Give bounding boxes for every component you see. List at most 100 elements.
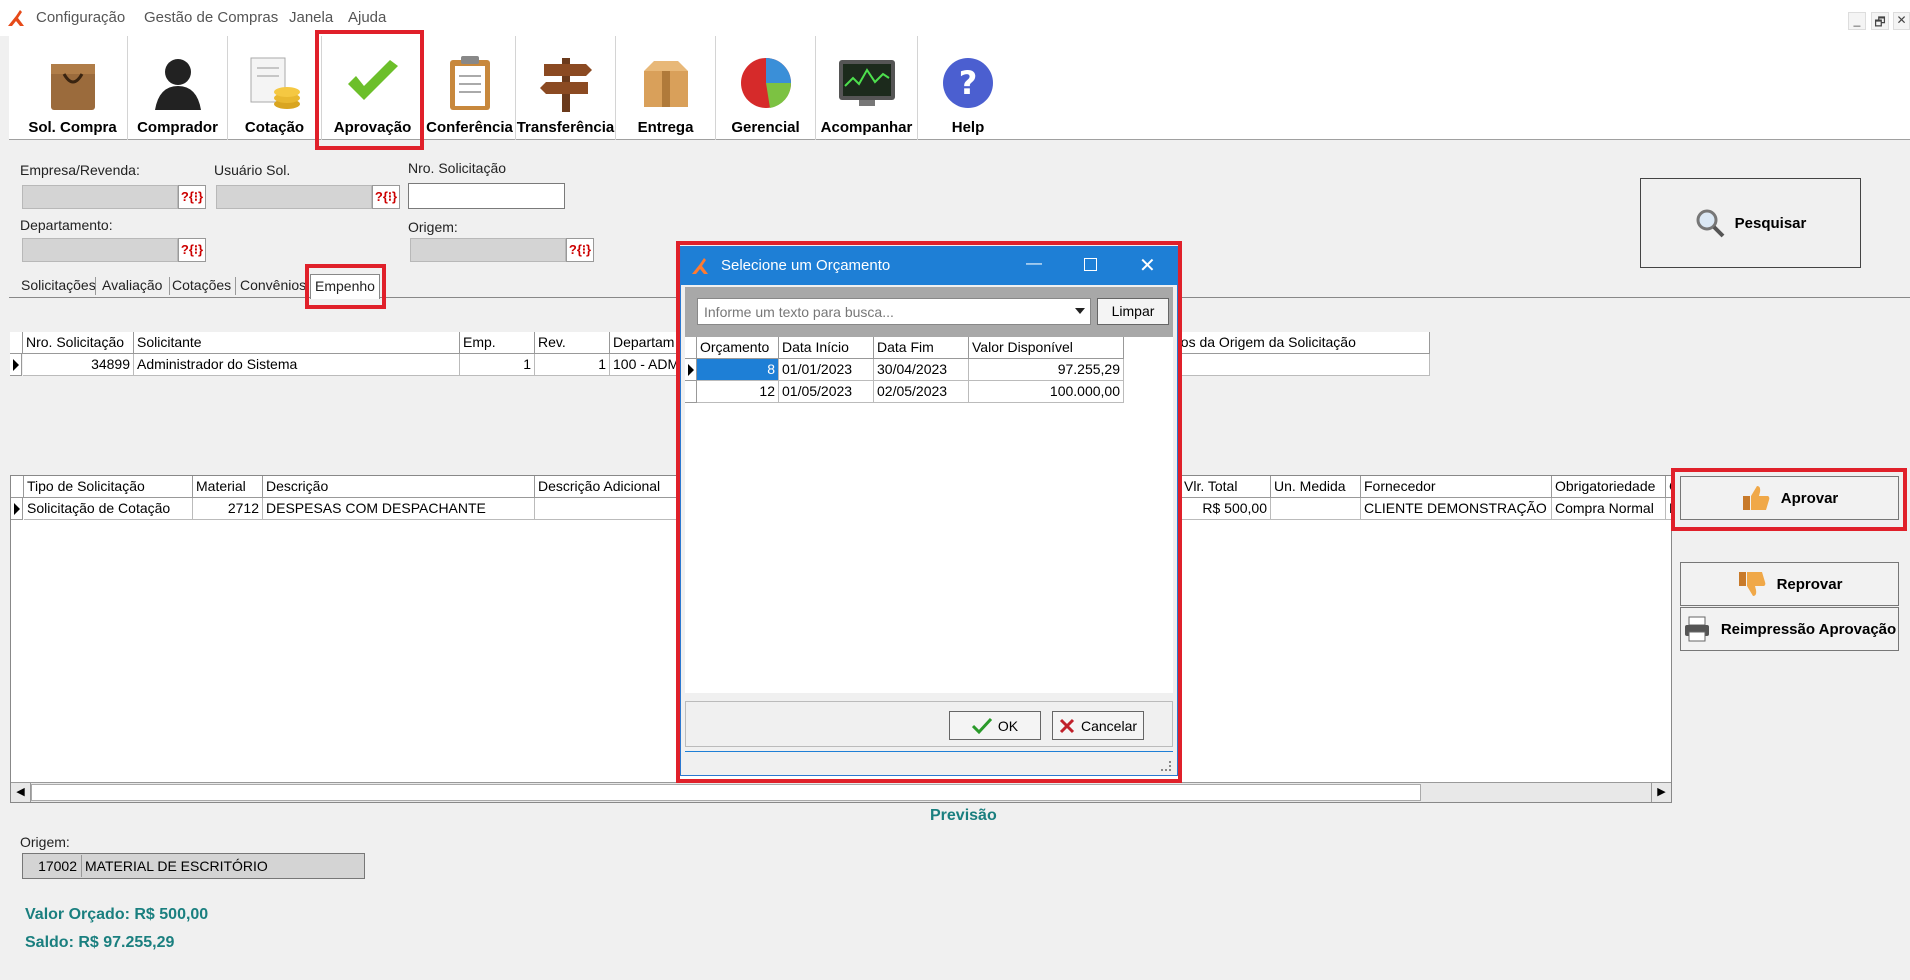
tab-cotacoes[interactable]: Cotações xyxy=(172,277,231,293)
menu-ajuda[interactable]: Ajuda xyxy=(348,9,386,26)
usuario-lookup-button[interactable]: ?{⁝} xyxy=(372,185,400,209)
origem-lookup-button[interactable]: ?{⁝} xyxy=(566,238,594,262)
origem-filter-field[interactable] xyxy=(410,238,566,262)
close-button[interactable]: ✕ xyxy=(1893,12,1910,30)
col-fornecedor[interactable]: Fornecedor xyxy=(1361,476,1552,498)
cell-vlr-total[interactable]: R$ 500,00 xyxy=(1181,498,1271,520)
aprovar-button[interactable]: Aprovar xyxy=(1680,476,1899,520)
cell-orcamento[interactable]: 12 xyxy=(697,381,779,403)
cell-orcamento-selected[interactable]: 8 xyxy=(697,359,779,381)
scrollbar-thumb[interactable] xyxy=(31,784,1421,801)
col-co[interactable]: Co xyxy=(1666,476,1673,498)
toolbar-gerencial-button[interactable]: Gerencial xyxy=(716,36,816,140)
tab-separator xyxy=(95,277,96,295)
dialog-close-icon[interactable]: ✕ xyxy=(1139,253,1156,278)
departamento-lookup-button[interactable]: ?{⁝} xyxy=(178,238,206,262)
cell-data-fim[interactable]: 02/05/2023 xyxy=(874,381,969,403)
cancelar-label: Cancelar xyxy=(1080,717,1138,734)
col-tipo-solicitacao[interactable]: Tipo de Solicitação xyxy=(24,476,193,498)
col-obrigatoriedade[interactable]: Obrigatoriedade xyxy=(1552,476,1666,498)
cell-tipo[interactable]: Solicitação de Cotação xyxy=(24,498,193,520)
cell-valor-disponivel[interactable]: 100.000,00 xyxy=(969,381,1124,403)
col-vlr-total[interactable]: Vlr. Total xyxy=(1181,476,1271,498)
cell-valor-disponivel[interactable]: 97.255,29 xyxy=(969,359,1124,381)
cell-solicitante[interactable]: Administrador do Sistema xyxy=(134,354,460,376)
dialog-titlebar: Selecione um Orçamento — ✕ xyxy=(681,247,1177,285)
toolbar-acompanhar-button[interactable]: Acompanhar xyxy=(816,36,918,140)
cell-data-fim[interactable]: 30/04/2023 xyxy=(874,359,969,381)
toolbar-sol-compra-button[interactable]: Sol. Compra xyxy=(18,36,128,140)
resize-grip-icon[interactable] xyxy=(1161,761,1171,771)
selecione-orcamento-dialog: Selecione um Orçamento — ✕ Informe um te… xyxy=(680,246,1178,776)
horizontal-scrollbar[interactable]: ◀ ▶ xyxy=(11,782,1671,802)
toolbar-label: Entrega xyxy=(637,119,694,136)
cancelar-button[interactable]: Cancelar xyxy=(1052,711,1144,740)
cell-dados-origem[interactable] xyxy=(1170,354,1430,376)
col-data-fim[interactable]: Data Fim xyxy=(874,337,969,359)
col-material[interactable]: Material xyxy=(193,476,263,498)
pesquisar-label: Pesquisar xyxy=(1734,214,1807,232)
toolbar-transferencia-button[interactable]: Transferência xyxy=(516,36,616,140)
empresa-lookup-button[interactable]: ?{⁝} xyxy=(178,185,206,209)
cell-material[interactable]: 2712 xyxy=(193,498,263,520)
col-descricao[interactable]: Descrição xyxy=(263,476,535,498)
cell-rev[interactable]: 1 xyxy=(535,354,610,376)
nro-solicitacao-field[interactable] xyxy=(408,183,565,209)
cell-fornecedor[interactable]: CLIENTE DEMONSTRAÇÃO LIN xyxy=(1361,498,1552,520)
col-dados-origem[interactable]: dos da Origem da Solicitação xyxy=(1170,332,1430,354)
cell-obrigatoriedade[interactable]: Compra Normal xyxy=(1552,498,1666,520)
departamento-field[interactable] xyxy=(22,238,178,262)
toolbar-cotacao-button[interactable]: Cotação xyxy=(228,36,322,140)
tab-solicitacoes[interactable]: Solicitações xyxy=(21,277,96,293)
cell-departamento[interactable]: 100 - ADM xyxy=(610,354,680,376)
scroll-left-icon[interactable]: ◀ xyxy=(11,783,31,802)
limpar-button[interactable]: Limpar xyxy=(1097,298,1169,325)
tab-avaliacao[interactable]: Avaliação xyxy=(102,277,162,293)
tab-empenho[interactable]: Empenho xyxy=(310,274,380,299)
chevron-down-icon[interactable] xyxy=(1075,308,1085,314)
restore-button[interactable]: 🗗 xyxy=(1871,12,1889,30)
toolbar-help-button[interactable]: ? Help xyxy=(918,36,1018,140)
col-rev[interactable]: Rev. xyxy=(535,332,610,354)
col-data-inicio[interactable]: Data Início xyxy=(779,337,874,359)
cell-descricao[interactable]: DESPESAS COM DESPACHANTE xyxy=(263,498,535,520)
col-descricao-adicional[interactable]: Descrição Adicional xyxy=(535,476,695,498)
col-nro-solicitacao[interactable]: Nro. Solicitação xyxy=(23,332,134,354)
minimize-button[interactable]: _ xyxy=(1848,12,1866,30)
reprovar-button[interactable]: Reprovar xyxy=(1680,562,1899,606)
col-solicitante[interactable]: Solicitante xyxy=(134,332,460,354)
toolbar-aprovacao-button[interactable]: Aprovação xyxy=(322,36,424,140)
cell-data-inicio[interactable]: 01/01/2023 xyxy=(779,359,874,381)
toolbar-comprador-button[interactable]: Comprador xyxy=(128,36,228,140)
menu-gestao-compras[interactable]: Gestão de Compras xyxy=(144,9,278,26)
menu-configuracao[interactable]: Configuração xyxy=(36,9,125,26)
pesquisar-button[interactable]: Pesquisar xyxy=(1640,178,1861,268)
cell-emp[interactable]: 1 xyxy=(460,354,535,376)
box-icon xyxy=(636,53,696,113)
usuario-field[interactable] xyxy=(216,185,372,209)
cell-data-inicio[interactable]: 01/05/2023 xyxy=(779,381,874,403)
toolbar-entrega-button[interactable]: Entrega xyxy=(616,36,716,140)
col-valor-disponivel[interactable]: Valor Disponível xyxy=(969,337,1124,359)
col-emp[interactable]: Emp. xyxy=(460,332,535,354)
menu-janela[interactable]: Janela xyxy=(289,9,333,26)
dialog-search-input[interactable]: Informe um texto para busca... xyxy=(697,298,1091,325)
dialog-minimize-icon[interactable]: — xyxy=(1026,255,1042,273)
col-un-medida[interactable]: Un. Medida xyxy=(1271,476,1361,498)
tab-convenios[interactable]: Convênios xyxy=(240,277,306,293)
ok-button[interactable]: OK xyxy=(949,711,1041,740)
dialog-maximize-icon[interactable] xyxy=(1084,258,1097,271)
grid-corner xyxy=(11,476,24,498)
cell-co[interactable]: N xyxy=(1666,498,1673,520)
reimpressao-aprovacao-button[interactable]: Reimpressão Aprovação xyxy=(1680,607,1899,651)
cell-descricao-adicional[interactable] xyxy=(535,498,695,520)
cell-un-medida[interactable] xyxy=(1271,498,1361,520)
monitor-chart-icon xyxy=(837,53,897,113)
toolbar-conferencia-button[interactable]: Conferência xyxy=(424,36,516,140)
empresa-field[interactable] xyxy=(22,185,178,209)
col-orcamento[interactable]: Orçamento xyxy=(697,337,779,359)
col-departamento[interactable]: Departam xyxy=(610,332,680,354)
scroll-right-icon[interactable]: ▶ xyxy=(1651,783,1671,802)
cell-nro[interactable]: 34899 xyxy=(23,354,134,376)
origem-code: 17002 xyxy=(24,855,82,877)
